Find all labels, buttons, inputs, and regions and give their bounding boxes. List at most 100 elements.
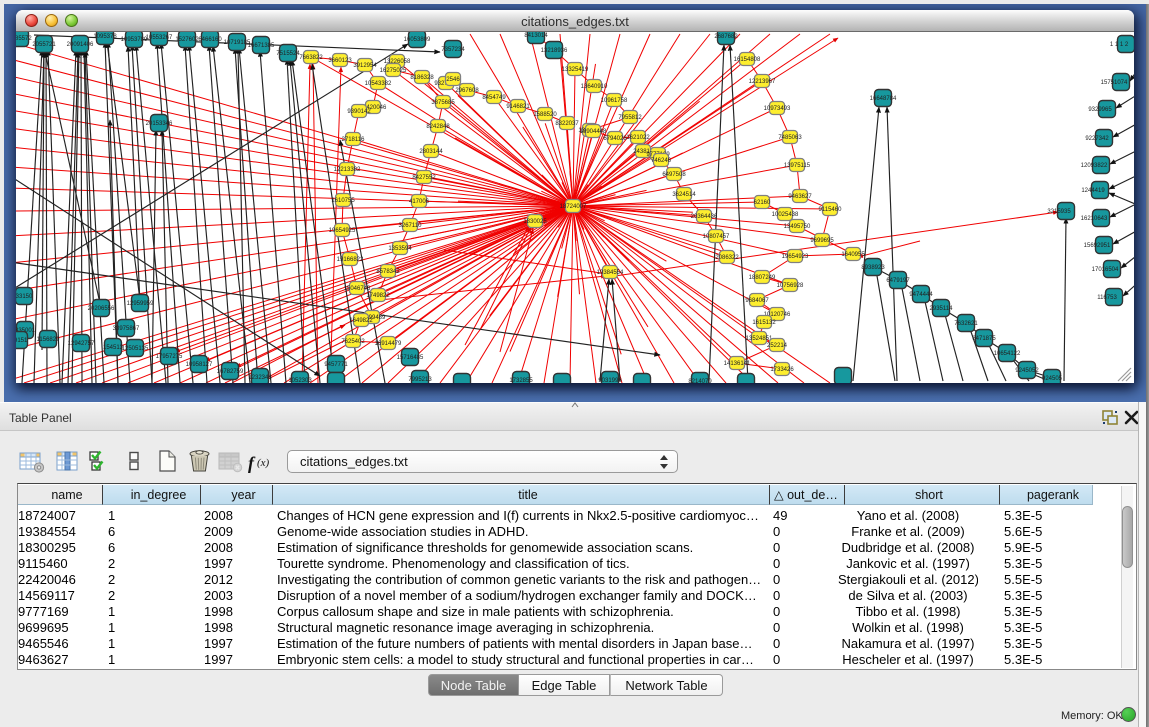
svg-text:3660123: 3660123 (328, 58, 352, 64)
svg-text:16154808: 16154808 (734, 57, 761, 63)
svg-text:10958127: 10958127 (186, 362, 213, 368)
svg-text:924505: 924505 (1042, 376, 1063, 382)
svg-text:2687682: 2687682 (714, 34, 738, 40)
svg-text:7632621: 7632621 (954, 321, 978, 327)
svg-text:6479197: 6479197 (886, 278, 910, 284)
svg-text:2085572: 2085572 (16, 36, 32, 42)
svg-text:2546: 2546 (446, 77, 460, 83)
svg-text:16671385: 16671385 (248, 43, 275, 49)
svg-text:116753: 116753 (1097, 295, 1117, 301)
svg-text:9463627: 9463627 (788, 194, 812, 200)
svg-text:1353594: 1353594 (388, 246, 412, 252)
svg-text:2803144: 2803144 (419, 149, 443, 155)
svg-text:13975115: 13975115 (784, 163, 811, 169)
svg-text:13325419: 13325419 (562, 67, 589, 73)
svg-text:10961758: 10961758 (601, 98, 628, 104)
svg-text:9390142: 9390142 (347, 109, 371, 115)
svg-text:1733426: 1733426 (770, 367, 794, 373)
svg-text:10025438: 10025438 (772, 212, 799, 218)
svg-text:9031996: 9031996 (598, 378, 622, 383)
svg-text:8471875: 8471875 (972, 336, 996, 342)
svg-text:15751074: 15751074 (1101, 80, 1128, 86)
svg-text:7663822: 7663822 (299, 55, 323, 61)
svg-text:12093822: 12093822 (1081, 163, 1108, 169)
svg-text:2935114: 2935114 (930, 306, 954, 312)
svg-text:746246: 746246 (651, 158, 672, 164)
svg-text:15716485: 15716485 (397, 355, 424, 361)
svg-text:1095378: 1095378 (93, 34, 117, 40)
svg-text:2086322: 2086322 (715, 255, 739, 261)
svg-text:19166822: 19166822 (337, 257, 364, 263)
svg-text:252214: 252214 (767, 343, 788, 349)
svg-text:10807457: 10807457 (703, 234, 730, 240)
svg-text:20091406: 20091406 (67, 42, 94, 48)
svg-text:6794028: 6794028 (603, 136, 627, 142)
svg-text:20364436: 20364436 (691, 214, 718, 220)
svg-text:13495750: 13495750 (784, 224, 811, 230)
svg-text:19384554: 19384554 (597, 270, 624, 276)
svg-text:417006: 417006 (409, 199, 430, 205)
svg-text:12959959: 12959959 (127, 301, 154, 307)
svg-text:12942757: 12942757 (68, 341, 95, 347)
svg-text:33975867: 33975867 (113, 326, 140, 332)
svg-text:8214079: 8214079 (688, 379, 712, 383)
svg-text:1615132: 1615132 (752, 320, 776, 326)
svg-text:8938923: 8938923 (861, 265, 885, 271)
svg-text:f: f (248, 453, 256, 473)
svg-text:39151: 39151 (16, 338, 28, 344)
svg-text:17957275: 17957275 (156, 354, 183, 360)
svg-text:1830025: 1830025 (523, 219, 547, 225)
svg-text:2718116: 2718116 (342, 137, 366, 143)
svg-text:16648784: 16648784 (870, 96, 897, 102)
svg-text:1052303: 1052303 (288, 378, 312, 383)
svg-text:1610755: 1610755 (331, 198, 355, 204)
svg-text:16275025: 16275025 (380, 68, 407, 74)
svg-text:7625402: 7625402 (341, 339, 365, 345)
svg-text:1621022: 1621022 (626, 135, 650, 141)
svg-text:154513: 154513 (103, 345, 124, 351)
svg-text:15692951: 15692951 (1084, 243, 1111, 249)
svg-text:9329965: 9329965 (1088, 107, 1112, 113)
svg-text:10973493: 10973493 (764, 106, 791, 112)
svg-text:3215935: 3215935 (1047, 209, 1071, 215)
svg-text:8322037: 8322037 (555, 121, 579, 127)
svg-text:20206556: 20206556 (88, 306, 115, 312)
svg-text:1749822: 1749822 (366, 293, 390, 299)
svg-text:13218936: 13218936 (541, 48, 568, 54)
svg-text:33150: 33150 (16, 294, 33, 300)
svg-text:8578342: 8578342 (376, 269, 400, 275)
svg-text:16914479: 16914479 (375, 341, 402, 347)
svg-text:18807249: 18807249 (749, 275, 776, 281)
svg-text:8186328: 8186328 (410, 75, 434, 81)
svg-text:7995213: 7995213 (408, 377, 432, 383)
svg-text:1156829: 1156829 (37, 337, 61, 343)
svg-text:10953789: 10953789 (121, 37, 148, 43)
svg-text:16782759: 16782759 (217, 369, 244, 375)
svg-text:9245052: 9245052 (1015, 368, 1039, 374)
svg-text:10654122: 10654122 (994, 351, 1021, 357)
svg-text:1640955: 1640955 (841, 252, 865, 258)
svg-text:6466160: 6466160 (198, 37, 222, 43)
svg-text:15046746: 15046746 (344, 286, 371, 292)
svg-text:9227342: 9227342 (1085, 136, 1109, 142)
svg-text:9457771: 9457771 (324, 362, 348, 368)
svg-text:16210643: 16210643 (1081, 216, 1108, 222)
svg-text:8427552: 8427552 (412, 175, 436, 181)
svg-text:7357234: 7357234 (441, 47, 465, 53)
svg-text:10553267: 10553267 (146, 35, 173, 41)
svg-text:7515524: 7515524 (276, 51, 300, 57)
svg-text:9684067: 9684067 (745, 298, 769, 304)
svg-text:6497508: 6497508 (662, 172, 686, 178)
svg-text:13640910: 13640910 (581, 84, 608, 90)
svg-text:8413014: 8413014 (524, 33, 548, 39)
svg-text:3267110: 3267110 (399, 223, 423, 229)
svg-text:10756928: 10756928 (777, 283, 804, 289)
svg-text:3912954: 3912954 (353, 63, 377, 69)
svg-text:10543382: 10543382 (365, 81, 392, 87)
svg-text:13524851: 13524851 (746, 336, 773, 342)
svg-text:62160: 62160 (754, 200, 771, 206)
svg-text:19654923: 19654923 (782, 254, 809, 260)
svg-text:8454749: 8454749 (482, 95, 506, 101)
svg-text:9699695: 9699695 (810, 238, 834, 244)
svg-text:12505135: 12505135 (122, 346, 149, 352)
